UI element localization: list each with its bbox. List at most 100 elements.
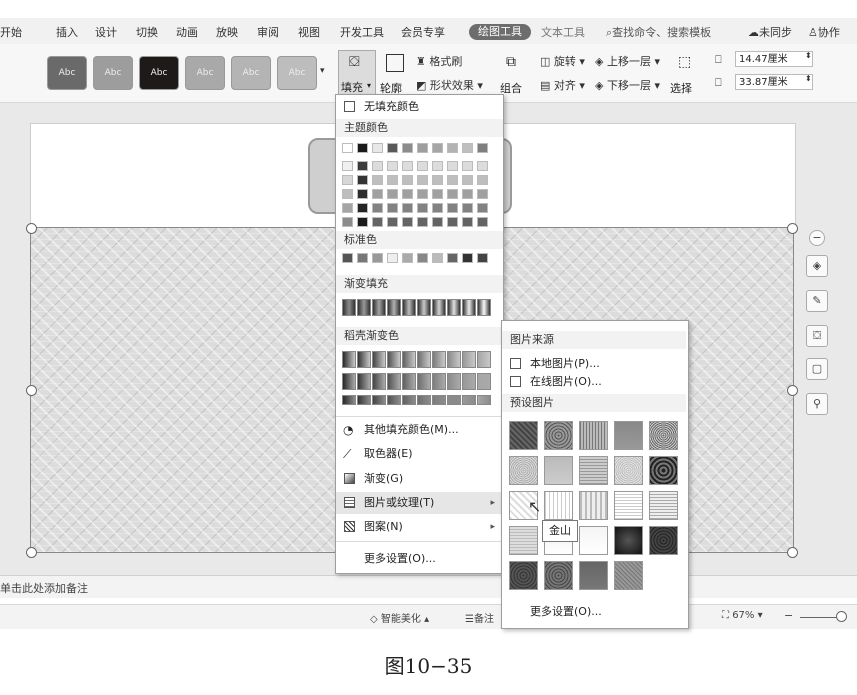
texture-swatch[interactable] [649,421,678,450]
shell-gradient-swatch[interactable] [342,395,356,405]
theme-color-swatch[interactable] [432,175,443,185]
zoom-slider-thumb[interactable] [836,611,847,622]
theme-color-swatch[interactable] [387,203,398,213]
search-box[interactable]: ⌕查找命令、搜索模板 [606,24,711,40]
gradient-swatch[interactable] [477,299,491,316]
texture-swatch[interactable] [579,421,608,450]
tab-view[interactable]: 视图 [298,24,320,40]
smart-beautify-button[interactable]: ◇ 智能美化 ▴ [370,610,429,625]
shell-gradient-swatch[interactable] [372,395,386,405]
height-stepper[interactable]: ⬍ [805,74,812,83]
gradient-swatch[interactable] [417,299,431,316]
shape-style-5[interactable]: Abc [231,56,271,90]
shell-gradient-swatch[interactable] [372,351,386,368]
tab-transition[interactable]: 切换 [136,24,158,40]
theme-color-swatch[interactable] [417,143,428,153]
texture-swatch[interactable] [579,491,608,520]
texture-swatch[interactable] [509,421,538,450]
shell-gradient-swatch[interactable] [357,373,371,390]
resize-handle-ml[interactable] [26,385,37,396]
group-button[interactable]: ⧉ 组合 [500,50,528,96]
theme-color-swatch[interactable] [417,189,428,199]
gradient-swatch[interactable] [342,299,356,316]
theme-color-swatch[interactable] [462,217,473,227]
texture-swatch[interactable] [614,456,643,485]
pen-icon[interactable]: ✎ [806,290,828,312]
standard-color-swatch[interactable] [387,253,398,263]
texture-swatch[interactable] [509,561,538,590]
select-button[interactable]: ⬚ 选择 [670,50,704,96]
standard-color-swatch[interactable] [432,253,443,263]
theme-color-swatch[interactable] [372,189,383,199]
theme-color-swatch[interactable] [387,189,398,199]
shell-gradient-swatch[interactable] [447,351,461,368]
shape-style-3[interactable]: Abc [139,56,179,90]
zoom-level[interactable]: ⛶ 67% ▾ [722,610,763,621]
theme-color-swatch[interactable] [432,189,443,199]
tab-home[interactable]: 开始 [0,24,22,40]
resize-handle-br[interactable] [787,547,798,558]
theme-color-swatch[interactable] [477,203,488,213]
shell-gradient-swatch[interactable] [432,373,446,390]
theme-color-swatch[interactable] [462,203,473,213]
texture-swatch[interactable] [649,491,678,520]
theme-color-swatch[interactable] [372,175,383,185]
picture-texture-item[interactable]: 图片或纹理(T) ▸ [336,492,503,514]
shell-gradient-swatch[interactable] [342,351,356,368]
gradient-swatch[interactable] [402,299,416,316]
theme-color-swatch[interactable] [402,175,413,185]
texture-swatch[interactable] [579,456,608,485]
shell-gradient-swatch[interactable] [342,373,356,390]
standard-color-swatch[interactable] [462,253,473,263]
theme-color-swatch[interactable] [357,143,368,153]
layers-icon[interactable]: ◈ [806,255,828,277]
shell-gradient-swatch[interactable] [462,395,476,405]
theme-color-swatch[interactable] [387,161,398,171]
texture-swatch[interactable] [614,491,643,520]
collab-button[interactable]: ♙协作 [808,24,840,40]
theme-color-swatch[interactable] [447,217,458,227]
shell-gradient-swatch[interactable] [432,351,446,368]
tab-text-tool[interactable]: 文本工具 [541,24,585,40]
tab-slideshow[interactable]: 放映 [216,24,238,40]
theme-color-swatch[interactable] [342,203,353,213]
shell-gradient-swatch[interactable] [462,351,476,368]
theme-color-swatch[interactable] [342,143,353,153]
tab-design[interactable]: 设计 [95,24,117,40]
resize-handle-tr[interactable] [787,223,798,234]
theme-color-swatch[interactable] [342,175,353,185]
notes-bar[interactable]: 单击此处添加备注 [0,575,857,598]
width-input[interactable]: 14.47厘米 [735,51,813,67]
gradient-swatch[interactable] [462,299,476,316]
shell-gradient-swatch[interactable] [402,373,416,390]
texture-swatch[interactable] [544,561,573,590]
tab-insert[interactable]: 插入 [56,24,78,40]
shell-gradient-swatch[interactable] [387,373,401,390]
theme-color-swatch[interactable] [462,161,473,171]
location-icon[interactable]: ⚲ [806,393,828,415]
theme-color-swatch[interactable] [402,161,413,171]
standard-color-swatch[interactable] [477,253,488,263]
theme-color-swatch[interactable] [477,217,488,227]
gradient-swatch[interactable] [447,299,461,316]
shell-gradient-swatch[interactable] [357,351,371,368]
theme-color-swatch[interactable] [462,143,473,153]
theme-color-swatch[interactable] [387,143,398,153]
more-settings-item[interactable]: 更多设置(O)... [336,548,503,570]
shell-gradient-swatch[interactable] [477,395,491,405]
shape-style-4[interactable]: Abc [185,56,225,90]
fill-button[interactable]: ⛋ 填充 ▾ [338,50,376,98]
shape-style-2[interactable]: Abc [93,56,133,90]
shell-gradient-swatch[interactable] [402,395,416,405]
texture-swatch[interactable] [614,561,643,590]
standard-color-swatch[interactable] [447,253,458,263]
theme-color-swatch[interactable] [447,143,458,153]
theme-color-swatch[interactable] [477,161,488,171]
theme-color-swatch[interactable] [447,161,458,171]
zoom-out-button[interactable]: − [784,609,793,622]
theme-color-swatch[interactable] [432,203,443,213]
styles-expand-icon[interactable]: ▾ [320,66,325,76]
theme-color-swatch[interactable] [417,203,428,213]
texture-swatch[interactable] [544,491,573,520]
texture-swatch[interactable] [649,526,678,555]
